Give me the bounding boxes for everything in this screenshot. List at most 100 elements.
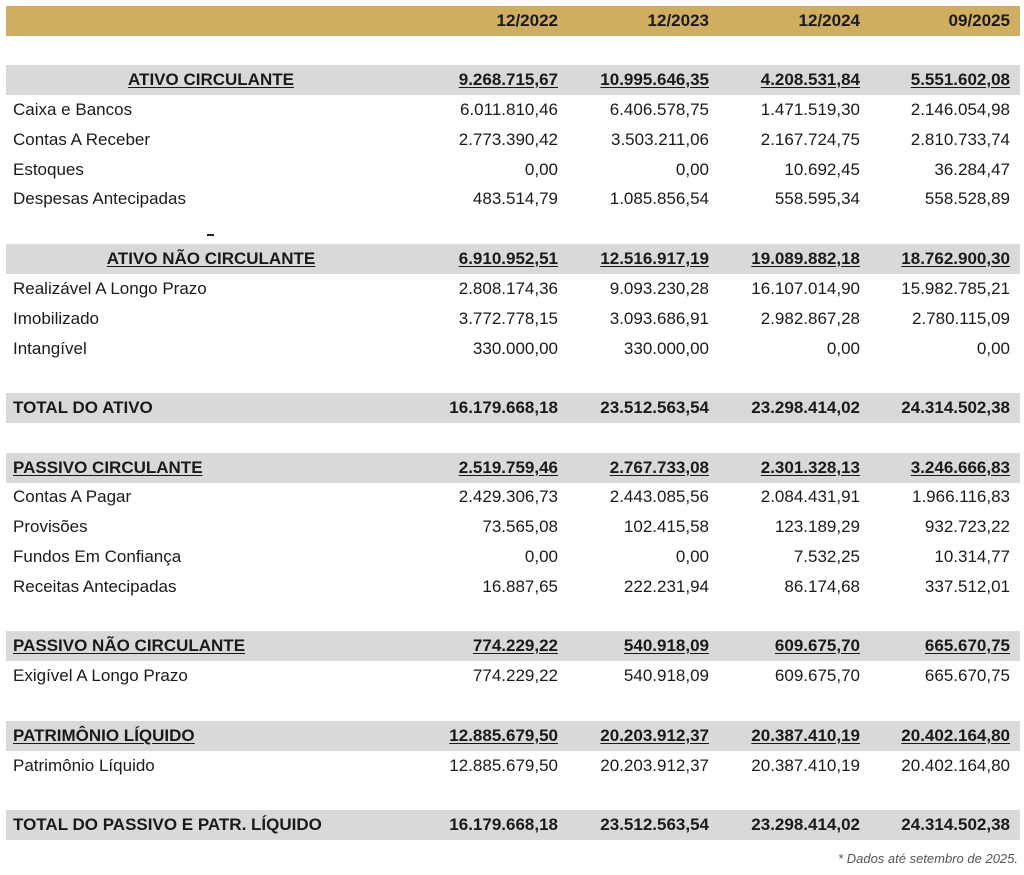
row-label: Realizável A Longo Prazo <box>13 279 207 298</box>
row-value: 0,00 <box>675 547 709 566</box>
table-row: Receitas Antecipadas 16.887,65 222.231,9… <box>0 572 1024 602</box>
section-value: 19.089.882,18 <box>751 249 860 268</box>
row-value: 9.093.230,28 <box>609 279 709 298</box>
row-value: 0,00 <box>826 339 860 358</box>
row-value: 2.780.115,09 <box>912 309 1010 328</box>
row-label: Fundos Em Confiança <box>13 547 182 566</box>
row-value: 86.174,68 <box>784 577 860 596</box>
section-row-ativo-nao-circulante: ATIVO NÃO CIRCULANTE 6.910.952,51 12.516… <box>0 244 1024 274</box>
row-label: Provisões <box>13 517 88 536</box>
row-value: 774.229,22 <box>472 666 558 685</box>
row-value: 0,00 <box>524 547 558 566</box>
row-value: 665.670,75 <box>924 666 1010 685</box>
total-label: TOTAL DO ATIVO <box>13 398 153 417</box>
row-value: 2.808.174,36 <box>458 279 558 298</box>
total-row-ativo: TOTAL DO ATIVO 16.179.668,18 23.512.563,… <box>0 393 1024 423</box>
section-title: PASSIVO NÃO CIRCULANTE <box>13 636 246 655</box>
row-value: 1.085.856,54 <box>609 189 709 208</box>
row-value: 609.675,70 <box>774 666 860 685</box>
table-row: Fundos Em Confiança 0,00 0,00 7.532,25 1… <box>0 542 1024 572</box>
row-label: Contas A Pagar <box>13 487 132 506</box>
section-row-passivo-nao-circulante: PASSIVO NÃO CIRCULANTE 774.229,22 540.91… <box>0 631 1024 661</box>
section-value: 5.551.602,08 <box>910 70 1010 89</box>
column-header: 12/2023 <box>647 11 709 30</box>
section-value: 20.387.410,19 <box>751 726 860 745</box>
table-row: Despesas Antecipadas 483.514,79 1.085.85… <box>0 184 1024 214</box>
row-value: 20.402.164,80 <box>901 756 1010 775</box>
row-label: Exigível A Longo Prazo <box>13 666 188 685</box>
section-title: PASSIVO CIRCULANTE <box>13 458 203 477</box>
row-value: 3.503.211,06 <box>611 130 709 149</box>
row-value: 558.528,89 <box>924 189 1010 208</box>
row-value: 20.387.410,19 <box>751 756 860 775</box>
total-label: TOTAL DO PASSIVO E PATR. LÍQUIDO <box>13 815 322 834</box>
row-value: 6.011.810,46 <box>460 100 558 119</box>
total-row-passivo: TOTAL DO PASSIVO E PATR. LÍQUIDO 16.179.… <box>0 810 1024 840</box>
section-row-ativo-circulante: ATIVO CIRCULANTE 9.268.715,67 10.995.646… <box>0 65 1024 95</box>
row-value: 2.773.390,42 <box>458 130 558 149</box>
table-row: Realizável A Longo Prazo 2.808.174,36 9.… <box>0 274 1024 304</box>
row-label: Caixa e Bancos <box>13 100 133 119</box>
row-value: 15.982.785,21 <box>901 279 1010 298</box>
row-value: 330.000,00 <box>623 339 709 358</box>
row-value: 932.723,22 <box>924 517 1010 536</box>
row-label: Contas A Receber <box>13 130 151 149</box>
row-value: 540.918,09 <box>623 666 709 685</box>
section-value: 665.670,75 <box>924 636 1010 655</box>
row-value: 2.982.867,28 <box>760 309 860 328</box>
section-title: ATIVO CIRCULANTE <box>128 70 294 89</box>
row-label: Imobilizado <box>13 309 99 328</box>
table-row: Imobilizado 3.772.778,15 3.093.686,91 2.… <box>0 304 1024 334</box>
footnote: * Dados até setembro de 2025. <box>838 851 1018 866</box>
total-value: 24.314.502,38 <box>901 398 1010 417</box>
column-header: 12/2024 <box>798 11 860 30</box>
row-label: Despesas Antecipadas <box>13 189 186 208</box>
row-value: 3.093.686,91 <box>609 309 709 328</box>
section-title: ATIVO NÃO CIRCULANTE <box>106 249 316 268</box>
table-row: Caixa e Bancos 6.011.810,46 6.406.578,75… <box>0 95 1024 125</box>
row-value: 2.810.733,74 <box>910 130 1010 149</box>
row-value: 3.772.778,15 <box>458 309 558 328</box>
total-value: 24.314.502,38 <box>901 815 1010 834</box>
column-header: 12/2022 <box>496 11 558 30</box>
section-value: 3.246.666,83 <box>910 458 1010 477</box>
row-value: 2.429.306,73 <box>458 487 558 506</box>
section-value: 2.519.759,46 <box>458 458 558 477</box>
row-value: 1.966.116,83 <box>912 487 1010 506</box>
section-value: 540.918,09 <box>623 636 709 655</box>
table-row: Estoques 0,00 0,00 10.692,45 36.284,47 <box>0 155 1024 185</box>
row-value: 0,00 <box>524 160 558 179</box>
row-value: 36.284,47 <box>934 160 1010 179</box>
section-value: 12.516.917,19 <box>600 249 709 268</box>
section-value: 18.762.900,30 <box>901 249 1010 268</box>
section-value: 774.229,22 <box>472 636 558 655</box>
total-value: 23.298.414,02 <box>751 398 860 417</box>
column-header: 09/2025 <box>948 11 1010 30</box>
row-value: 2.443.085,56 <box>609 487 709 506</box>
total-value: 16.179.668,18 <box>449 815 558 834</box>
row-value: 73.565,08 <box>482 517 558 536</box>
row-value: 16.887,65 <box>482 577 558 596</box>
table-row: Exigível A Longo Prazo 774.229,22 540.91… <box>0 661 1024 691</box>
table-row: Contas A Pagar 2.429.306,73 2.443.085,56… <box>0 482 1024 512</box>
section-value: 12.885.679,50 <box>449 726 558 745</box>
section-title: PATRIMÔNIO LÍQUIDO <box>13 726 195 745</box>
row-label: Estoques <box>13 160 84 179</box>
row-value: 0,00 <box>976 339 1010 358</box>
row-label: Intangível <box>13 339 87 358</box>
section-value: 10.995.646,35 <box>600 70 709 89</box>
row-value: 2.146.054,98 <box>910 100 1010 119</box>
table-row: Contas A Receber 2.773.390,42 3.503.211,… <box>0 125 1024 155</box>
section-row-passivo-circulante: PASSIVO CIRCULANTE 2.519.759,46 2.767.73… <box>0 453 1024 483</box>
row-value: 12.885.679,50 <box>449 756 558 775</box>
table-row: Provisões 73.565,08 102.415,58 123.189,2… <box>0 512 1024 542</box>
row-value: 6.406.578,75 <box>609 100 709 119</box>
row-label: Receitas Antecipadas <box>13 577 177 596</box>
section-value: 4.208.531,84 <box>760 70 860 89</box>
section-row-patrimonio-liquido: PATRIMÔNIO LÍQUIDO 12.885.679,50 20.203.… <box>0 721 1024 751</box>
section-value: 2.767.733,08 <box>609 458 709 477</box>
row-value: 16.107.014,90 <box>751 279 860 298</box>
table-row: Patrimônio Líquido 12.885.679,50 20.203.… <box>0 751 1024 781</box>
row-label: Patrimônio Líquido <box>13 756 155 775</box>
section-value: 2.301.328,13 <box>760 458 860 477</box>
